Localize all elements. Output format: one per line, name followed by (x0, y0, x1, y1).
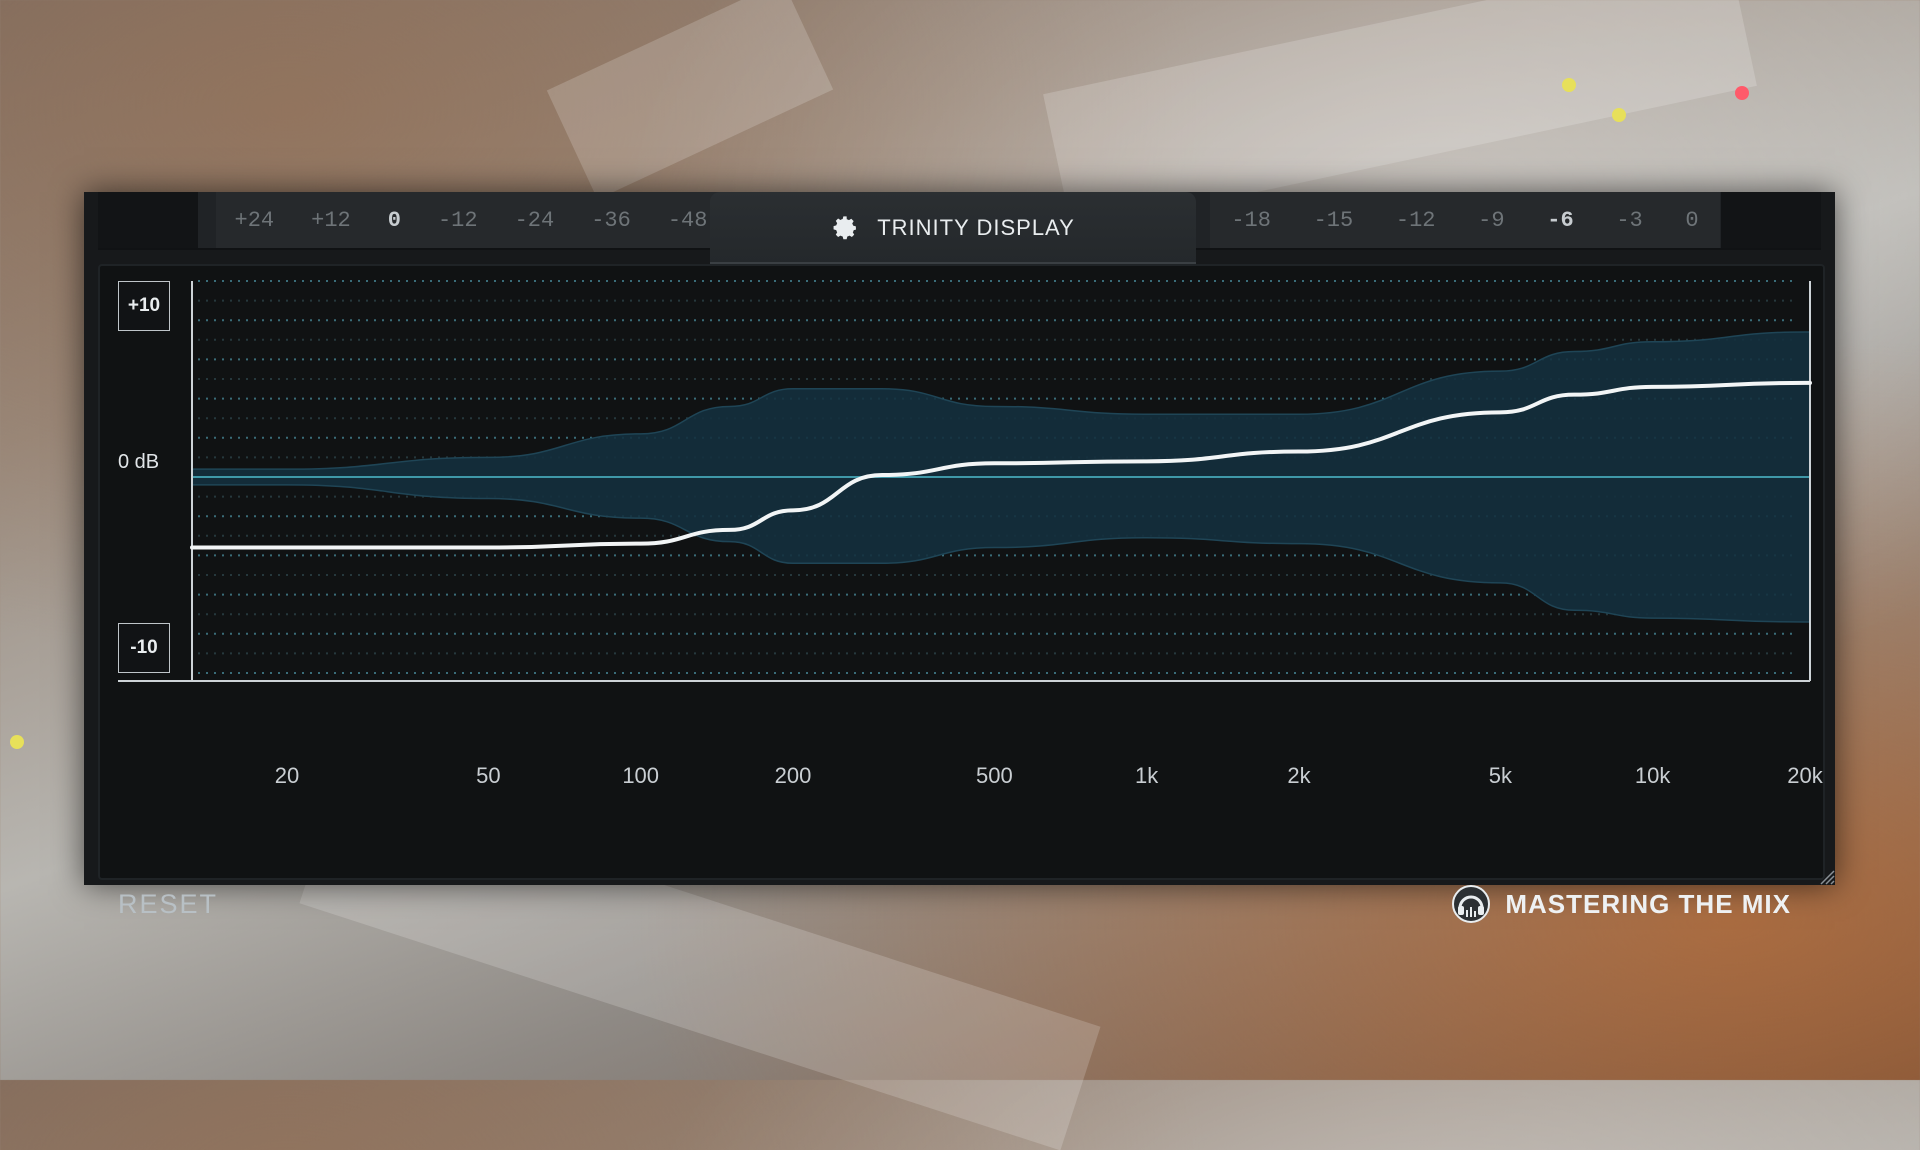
db-bottom-label: -10 (118, 623, 170, 673)
db-zero-label: 0 dB (118, 451, 160, 473)
input-level-meter: +24 +12 0 -12 -24 -36 -48 (216, 192, 726, 248)
input-meter-tick: +12 (311, 207, 351, 233)
output-meter-tick: -9 (1478, 207, 1505, 233)
brand-logo: MASTERING THE MIX (1451, 884, 1791, 924)
output-meter-tick: -3 (1616, 207, 1643, 233)
gear-icon[interactable] (831, 214, 859, 242)
input-meter-tick: -24 (514, 207, 555, 233)
output-meter-tick: 0 (1685, 207, 1699, 233)
eq-graph (118, 280, 1812, 682)
tab-title: TRINITY DISPLAY (877, 215, 1075, 240)
frequency-tick-label: 200 (774, 763, 812, 788)
frequency-tick-label: 20k (1787, 763, 1823, 788)
tab-trinity-display[interactable]: TRINITY DISPLAY (710, 192, 1196, 264)
output-meter-tick: -15 (1313, 207, 1354, 233)
output-meter-tick: -18 (1231, 207, 1271, 233)
background-keyboard (546, 0, 834, 200)
output-meter-tick: -6 (1547, 207, 1574, 233)
headphones-logo-icon (1452, 885, 1491, 923)
top-left-corner (98, 192, 198, 248)
output-meter-tick: -12 (1395, 207, 1436, 233)
frequency-tick-label: 1k (1135, 763, 1159, 788)
frequency-tick-label: 2k (1287, 763, 1311, 788)
background-led (1612, 108, 1626, 122)
frequency-tick-label: 500 (975, 763, 1013, 788)
reset-button[interactable]: RESET (118, 889, 218, 920)
frequency-tick-label: 20 (274, 763, 300, 788)
eq-display: +10 0 dB -10 20 50 100 200 500 1k 2k 5k 10k 20k R… (98, 264, 1825, 923)
frequency-tick-label: 10k (1634, 763, 1671, 788)
brand-name: MASTERING THE MIX (1505, 888, 1791, 919)
input-meter-tick: -36 (591, 207, 631, 233)
background-led (10, 735, 24, 749)
input-meter-tick: +24 (234, 207, 275, 233)
db-top-label: +10 (118, 281, 170, 331)
frequency-tick-label: 100 (622, 763, 660, 788)
output-level-meter: -18 -15 -12 -9 -6 -3 0 (1210, 192, 1720, 248)
input-meter-tick: -48 (667, 207, 708, 233)
resize-handle-icon[interactable] (1817, 867, 1835, 885)
background-led (1562, 78, 1576, 92)
frequency-tick-label: 5k (1488, 763, 1512, 788)
top-right-corner (1721, 192, 1821, 248)
frequency-tick-label: 50 (476, 763, 501, 788)
trinity-display-plugin: +24 +12 0 -12 -24 -36 -48 -18 -15 -12 -9 -6 -3 0 TRI… (84, 192, 1835, 923)
input-meter-tick: 0 (387, 207, 401, 233)
background-led (1735, 86, 1749, 100)
input-meter-tick: -12 (437, 207, 478, 233)
